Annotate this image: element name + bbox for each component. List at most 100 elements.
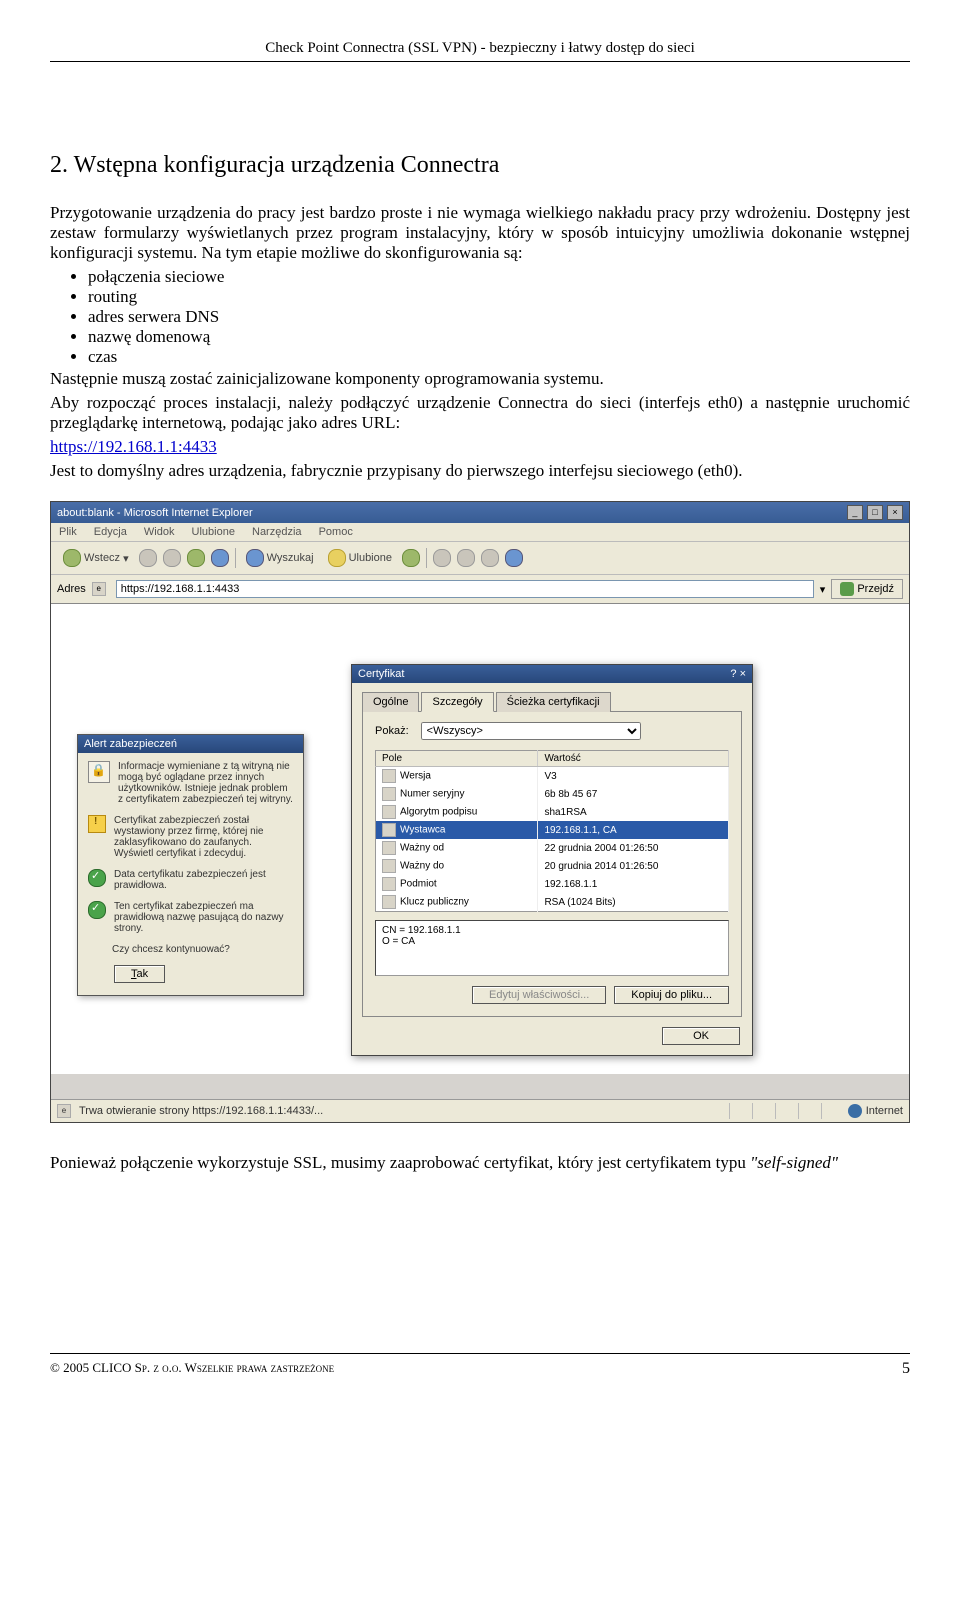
page-icon: e bbox=[57, 1104, 71, 1118]
internet-zone-icon bbox=[848, 1104, 862, 1118]
ie-titlebar: about:blank - Microsoft Internet Explore… bbox=[51, 502, 909, 523]
para-default-addr: Jest to domyślny adres urządzenia, fabry… bbox=[50, 461, 910, 481]
refresh-icon[interactable] bbox=[187, 549, 205, 567]
yes-button[interactable]: Tak bbox=[114, 965, 165, 983]
menu-item[interactable]: Pomoc bbox=[319, 526, 353, 538]
page-icon: e bbox=[92, 582, 106, 596]
edit-icon[interactable] bbox=[481, 549, 499, 567]
list-item: adres serwera DNS bbox=[88, 307, 910, 327]
certificate-dialog: Certyfikat ? × Ogólne Szczegóły Ścieżka … bbox=[351, 664, 753, 1056]
list-item: routing bbox=[88, 287, 910, 307]
favorites-button[interactable]: Ulubione bbox=[324, 547, 396, 569]
dropdown-icon[interactable]: ▾ bbox=[820, 583, 826, 596]
alert-ok-text: Ten certyfikat zabezpieczeń ma prawidłow… bbox=[114, 901, 293, 934]
para-next: Następnie muszą zostać zainicjalizowane … bbox=[50, 369, 910, 389]
address-input[interactable] bbox=[116, 580, 814, 598]
menu-item[interactable]: Plik bbox=[59, 526, 77, 538]
col-field: Pole bbox=[376, 751, 538, 767]
table-row: WersjaV3 bbox=[376, 767, 729, 786]
bullet-list: połączenia sieciowe routing adres serwer… bbox=[50, 267, 910, 367]
zone-label: Internet bbox=[866, 1105, 903, 1117]
star-icon bbox=[328, 549, 346, 567]
table-row: Numer seryjny6b 8b 45 67 bbox=[376, 785, 729, 803]
default-url-link[interactable]: https://192.168.1.1:4433 bbox=[50, 437, 217, 456]
show-select[interactable]: <Wszyscy> bbox=[421, 722, 641, 740]
cert-details-table[interactable]: Pole Wartość WersjaV3 Numer seryjny6b 8b… bbox=[375, 750, 729, 912]
alert-ok-text: Data certyfikatu zabezpieczeń jest prawi… bbox=[114, 869, 293, 891]
table-row: Ważny od22 grudnia 2004 01:26:50 bbox=[376, 839, 729, 857]
field-icon bbox=[382, 877, 396, 891]
mail-icon[interactable] bbox=[433, 549, 451, 567]
table-row: Ważny do20 grudnia 2014 01:26:50 bbox=[376, 857, 729, 875]
tab-general[interactable]: Ogólne bbox=[362, 692, 419, 712]
copyright: © 2005 CLICO Sp. z o.o. Wszelkie prawa z… bbox=[50, 1360, 334, 1378]
ie-screenshot: about:blank - Microsoft Internet Explore… bbox=[50, 501, 910, 1123]
bluetooth-icon[interactable] bbox=[505, 549, 523, 567]
maximize-icon[interactable]: □ bbox=[867, 505, 883, 520]
alert-title: Alert zabezpieczeń bbox=[78, 735, 303, 753]
tab-certpath[interactable]: Ścieżka certyfikacji bbox=[496, 692, 611, 712]
list-item: czas bbox=[88, 347, 910, 367]
copy-to-file-button[interactable]: Kopiuj do pliku... bbox=[614, 986, 729, 1004]
close-icon[interactable]: × bbox=[887, 505, 903, 520]
page-header: Check Point Connectra (SSL VPN) - bezpie… bbox=[50, 40, 910, 62]
minimize-icon[interactable]: _ bbox=[847, 505, 863, 520]
history-icon[interactable] bbox=[402, 549, 420, 567]
page-number: 5 bbox=[902, 1360, 910, 1378]
warning-icon bbox=[88, 815, 106, 833]
security-alert-dialog: Alert zabezpieczeń Informacje wymieniane… bbox=[77, 734, 304, 996]
menu-item[interactable]: Narzędzia bbox=[252, 526, 302, 538]
table-row: Klucz publicznyRSA (1024 Bits) bbox=[376, 893, 729, 912]
field-icon bbox=[382, 859, 396, 873]
field-icon bbox=[382, 823, 396, 837]
back-icon bbox=[63, 549, 81, 567]
field-icon bbox=[382, 895, 396, 909]
cert-title-controls[interactable]: ? × bbox=[730, 668, 746, 680]
go-icon bbox=[840, 582, 854, 596]
forward-icon[interactable] bbox=[139, 549, 157, 567]
window-controls: _ □ × bbox=[846, 505, 903, 520]
yes-label: ak bbox=[137, 968, 149, 980]
table-row: Podmiot192.168.1.1 bbox=[376, 875, 729, 893]
para-install: Aby rozpocząć proces instalacji, należy … bbox=[50, 393, 910, 433]
ok-button[interactable]: OK bbox=[662, 1027, 740, 1045]
cert-tabs: Ogólne Szczegóły Ścieżka certyfikacji bbox=[362, 691, 742, 712]
menu-item[interactable]: Edycja bbox=[94, 526, 127, 538]
menu-item[interactable]: Ulubione bbox=[192, 526, 235, 538]
menu-item[interactable]: Widok bbox=[144, 526, 175, 538]
cert-title-text: Certyfikat bbox=[358, 668, 404, 680]
col-value: Wartość bbox=[538, 751, 729, 767]
lock-icon bbox=[88, 761, 110, 783]
page-footer: © 2005 CLICO Sp. z o.o. Wszelkie prawa z… bbox=[50, 1353, 910, 1378]
ie-toolbar: Wstecz ▾ Wyszukaj Ulubione bbox=[51, 542, 909, 575]
list-item: połączenia sieciowe bbox=[88, 267, 910, 287]
print-icon[interactable] bbox=[457, 549, 475, 567]
window-title: about:blank - Microsoft Internet Explore… bbox=[57, 507, 253, 519]
ie-content-area: Alert zabezpieczeń Informacje wymieniane… bbox=[51, 604, 909, 1074]
home-icon[interactable] bbox=[211, 549, 229, 567]
ie-statusbar: e Trwa otwieranie strony https://192.168.… bbox=[51, 1099, 909, 1122]
section-heading: 2. Wstępna konfiguracja urządzenia Conne… bbox=[50, 152, 910, 179]
edit-properties-button: Edytuj właściwości... bbox=[472, 986, 606, 1004]
table-row: Algorytm podpisusha1RSA bbox=[376, 803, 729, 821]
address-label: Adres bbox=[57, 583, 86, 595]
ie-menubar: Plik Edycja Widok Ulubione Narzędzia Pom… bbox=[51, 523, 909, 542]
cert-detail-box: CN = 192.168.1.1 O = CA bbox=[375, 920, 729, 976]
check-icon bbox=[88, 869, 106, 887]
field-icon bbox=[382, 841, 396, 855]
alert-question: Czy chcesz kontynuować? bbox=[112, 944, 230, 955]
para-ssl: Ponieważ połączenie wykorzystuje SSL, mu… bbox=[50, 1153, 910, 1173]
ie-addressbar: Adres e ▾ Przejdź bbox=[51, 575, 909, 604]
go-button[interactable]: Przejdź bbox=[831, 579, 903, 599]
search-icon bbox=[246, 549, 264, 567]
status-text: Trwa otwieranie strony https://192.168.1… bbox=[79, 1105, 323, 1117]
alert-info-text: Informacje wymieniane z tą witryną nie m… bbox=[118, 761, 293, 805]
check-icon bbox=[88, 901, 106, 919]
back-button[interactable]: Wstecz ▾ bbox=[59, 547, 133, 569]
tab-details[interactable]: Szczegóły bbox=[421, 692, 493, 712]
field-icon bbox=[382, 805, 396, 819]
list-item: nazwę domenową bbox=[88, 327, 910, 347]
search-button[interactable]: Wyszukaj bbox=[242, 547, 318, 569]
field-icon bbox=[382, 769, 396, 783]
stop-icon[interactable] bbox=[163, 549, 181, 567]
